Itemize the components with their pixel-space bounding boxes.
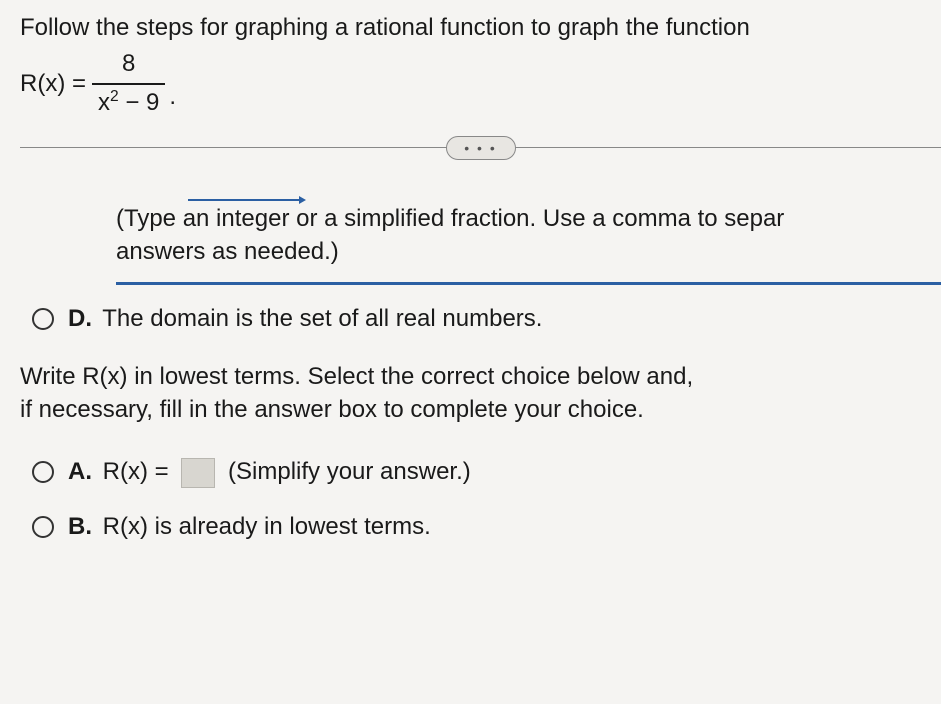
function-definition: R(x) = 8 x2 − 9 . xyxy=(20,48,941,119)
option-b-row[interactable]: B. R(x) is already in lowest terms. xyxy=(32,511,941,543)
option-d-row[interactable]: D. The domain is the set of all real num… xyxy=(32,303,941,335)
period: . xyxy=(169,81,176,113)
option-d-letter: D. xyxy=(68,305,92,332)
radio-icon[interactable] xyxy=(32,516,54,538)
option-a-suffix: (Simplify your answer.) xyxy=(228,458,471,485)
radio-icon[interactable] xyxy=(32,461,54,483)
problem-intro: Follow the steps for graphing a rational… xyxy=(20,12,941,44)
prompt-line-1: Write R(x) in lowest terms. Select the c… xyxy=(20,361,931,393)
option-a-prefix: R(x) = xyxy=(103,458,169,485)
hint-line-2: answers as needed.) xyxy=(116,236,941,268)
option-a-letter: A. xyxy=(68,458,92,485)
lowest-terms-prompt: Write R(x) in lowest terms. Select the c… xyxy=(20,361,931,426)
radio-icon[interactable] xyxy=(32,308,54,330)
option-d-text: The domain is the set of all real number… xyxy=(102,305,542,332)
hint-line-1: (Type an integer or a simplified fractio… xyxy=(116,203,941,235)
hint-box: (Type an integer or a simplified fractio… xyxy=(116,183,941,285)
expand-button[interactable]: • • • xyxy=(446,136,516,160)
option-b-text: R(x) is already in lowest terms. xyxy=(103,513,431,540)
answer-input-box[interactable] xyxy=(181,458,215,488)
fraction: 8 x2 − 9 xyxy=(92,48,165,119)
prompt-line-2: if necessary, fill in the answer box to … xyxy=(20,394,931,426)
function-label: R(x) = xyxy=(20,68,86,100)
den-base: x xyxy=(98,89,110,116)
numerator: 8 xyxy=(116,48,141,82)
den-exponent: 2 xyxy=(110,88,119,105)
den-rest: − 9 xyxy=(119,89,160,116)
section-divider: • • • xyxy=(20,147,941,149)
option-a-row[interactable]: A. R(x) = (Simplify your answer.) xyxy=(32,456,941,488)
option-b-letter: B. xyxy=(68,513,92,540)
underline-arrow-icon xyxy=(188,191,306,201)
denominator: x2 − 9 xyxy=(92,83,165,119)
